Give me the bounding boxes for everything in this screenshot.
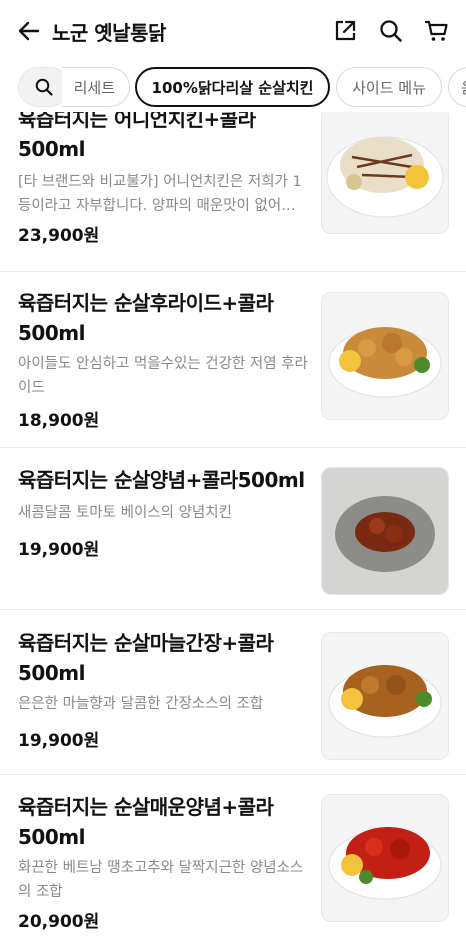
chip-label: 음 [461, 77, 466, 98]
menu-item-photo [321, 292, 449, 420]
category-chip-bar: 리세트 100%닭다리살 순살치킨 사이드 메뉴 음 [0, 64, 466, 112]
menu-item-name: 육즙터지는 어니언치킨+콜라500ml [18, 112, 256, 161]
menu-item-price: 19,900원 [18, 731, 100, 751]
menu-item-price: 18,900원 [18, 411, 100, 431]
chip-set-menu[interactable]: 리세트 [62, 67, 130, 107]
menu-item-price: 19,900원 [18, 540, 100, 560]
menu-item[interactable]: 육즙터지는 순살후라이드+콜라500ml 아이들도 안심하고 먹을수있는 건강한… [0, 288, 466, 448]
divider [0, 447, 466, 448]
menu-item-price: 23,900원 [18, 226, 100, 246]
menu-item-photo [321, 632, 449, 760]
page-title: 노군 옛날통닭 [52, 21, 166, 45]
cart-icon[interactable] [424, 18, 450, 44]
menu-item-price: 20,900원 [18, 912, 100, 932]
chip-label: 100%닭다리살 순살치킨 [151, 78, 314, 97]
menu-item-description: 새콤달콤 토마토 베이스의 양념치킨 [18, 505, 232, 521]
chip-drinks[interactable]: 음 [448, 67, 466, 107]
menu-item-name: 육즙터지는 순살후라이드+콜라500ml [18, 291, 274, 345]
back-arrow-icon[interactable] [16, 18, 42, 44]
share-icon[interactable] [332, 18, 358, 44]
menu-item-name: 육즙터지는 순살마늘간장+콜라500ml [18, 631, 274, 685]
menu-item-description: 화끈한 베트남 땡초고추와 달짝지근한 양념소스의 조합 [18, 860, 304, 900]
menu-item-name: 육즙터지는 순살양념+콜라500ml [18, 468, 305, 492]
divider [0, 774, 466, 775]
menu-item-photo [321, 794, 449, 922]
chip-label: 리세트 [73, 78, 115, 97]
menu-list: 육즙터지는 어니언치킨+콜라500ml [타 브랜드와 비교불가] 어니언치킨은… [0, 112, 466, 937]
menu-item[interactable]: 육즙터지는 순살양념+콜라500ml 새콤달콤 토마토 베이스의 양념치킨 19… [0, 465, 466, 610]
chip-side-menu[interactable]: 사이드 메뉴 [336, 67, 442, 107]
menu-item[interactable]: 육즙터지는 어니언치킨+콜라500ml [타 브랜드와 비교불가] 어니언치킨은… [0, 112, 466, 272]
menu-item-name: 육즙터지는 순살매운양념+콜라500ml [18, 795, 274, 849]
divider [0, 271, 466, 272]
chip-boneless-chicken[interactable]: 100%닭다리살 순살치킨 [135, 67, 330, 107]
chip-label: 사이드 메뉴 [352, 78, 426, 97]
app-header: 노군 옛날통닭 [0, 0, 466, 62]
menu-item-description: 아이들도 안심하고 먹을수있는 건강한 저염 후라이드 [18, 356, 308, 396]
menu-item[interactable]: 육즙터지는 순살매운양념+콜라500ml 화끈한 베트남 땡초고추와 달짝지근한… [0, 792, 466, 937]
menu-item-photo [321, 467, 449, 595]
search-icon[interactable] [378, 18, 404, 44]
search-icon [34, 77, 54, 97]
menu-item[interactable]: 육즙터지는 순살마늘간장+콜라500ml 은은한 마늘향과 달콤한 간장소스의 … [0, 628, 466, 776]
menu-item-description: [타 브랜드와 비교불가] 어니언치킨은 저희가 1등이라고 자부합니다. 양파… [18, 174, 302, 214]
menu-item-description: 은은한 마늘향과 달콤한 간장소스의 조합 [18, 696, 264, 712]
divider [0, 609, 466, 610]
menu-item-photo [321, 112, 449, 234]
